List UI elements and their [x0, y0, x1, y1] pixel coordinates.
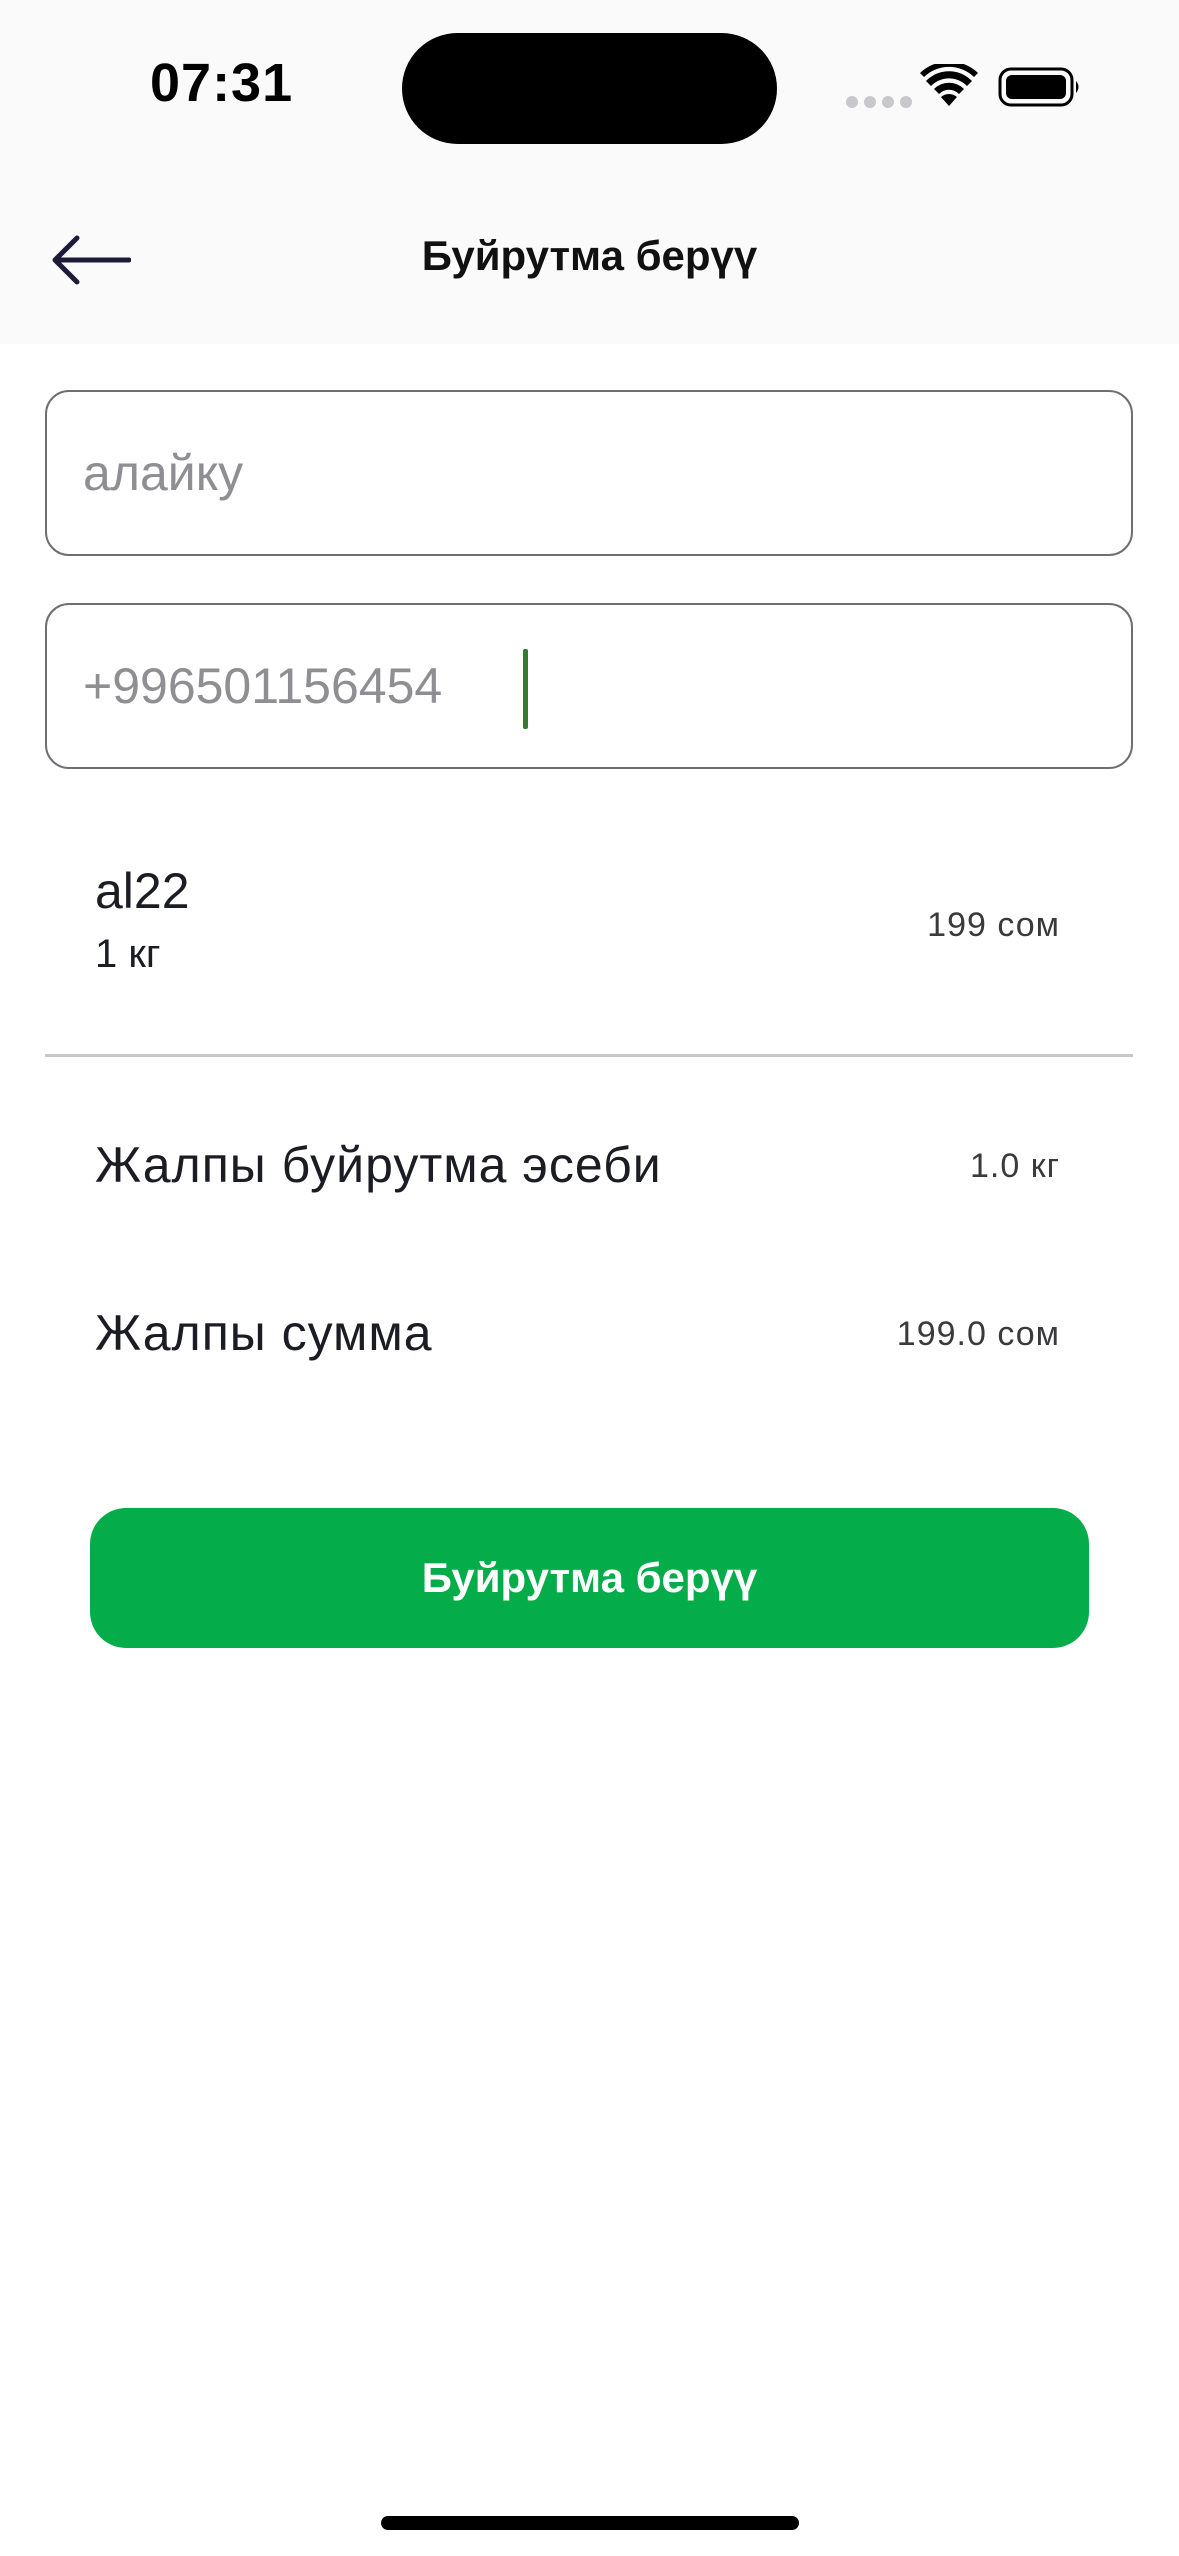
total-sum-value: 199.0 сом [896, 1315, 1060, 1353]
status-time: 07:31 [150, 53, 294, 113]
place-order-button[interactable]: Буйрутма берүү [90, 1508, 1089, 1648]
text-cursor [523, 649, 528, 729]
wifi-icon [920, 64, 978, 106]
product-price: 199 сом [927, 906, 1060, 944]
name-field[interactable] [45, 390, 1133, 556]
phone-field[interactable] [45, 603, 1133, 769]
total-sum-label: Жалпы сумма [95, 1305, 433, 1361]
phone-input[interactable] [83, 605, 1083, 767]
product-weight: 1 кг [95, 932, 161, 976]
page-title: Буйрутма берүү [421, 232, 758, 279]
battery-icon [998, 67, 1079, 107]
total-count-label: Жалпы буйрутма эсеби [95, 1137, 662, 1193]
total-count-value: 1.0 кг [970, 1147, 1060, 1185]
name-input[interactable] [83, 392, 1083, 554]
cellular-signal-icon [846, 96, 912, 108]
product-name: al22 [95, 863, 190, 919]
divider [45, 1054, 1133, 1057]
home-indicator[interactable] [381, 2516, 799, 2530]
dynamic-island [402, 33, 777, 144]
